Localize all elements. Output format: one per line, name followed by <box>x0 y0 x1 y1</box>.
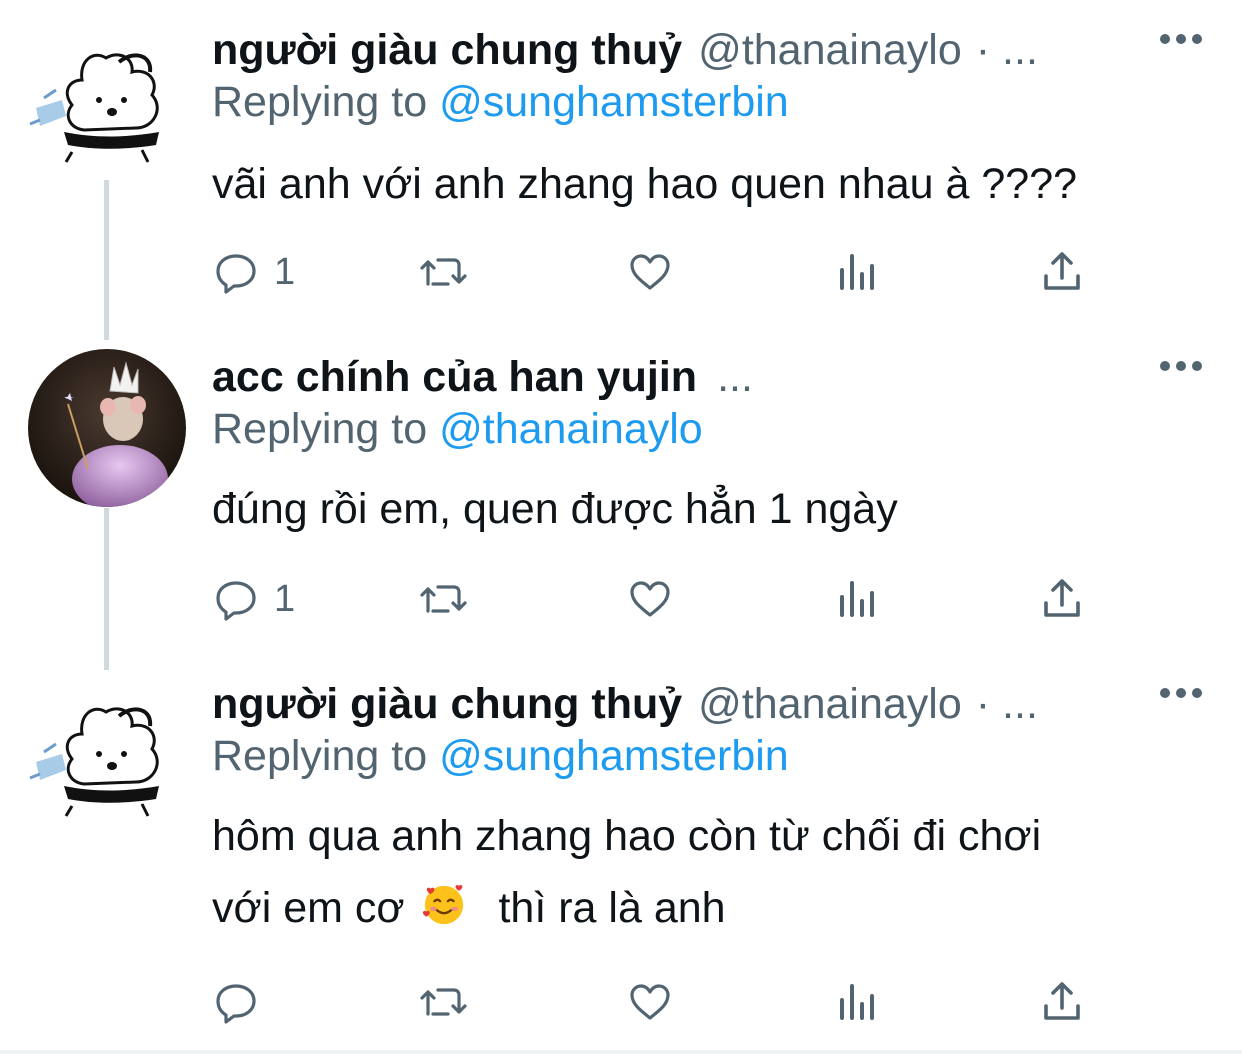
like-button[interactable] <box>626 571 674 627</box>
reply-icon <box>216 254 256 294</box>
retweet-icon <box>420 585 467 613</box>
action-bar <box>212 974 1112 1030</box>
cartoon-avatar-icon <box>24 20 184 180</box>
retweet-button[interactable] <box>416 571 472 627</box>
smiling-face-with-hearts-icon <box>422 885 463 925</box>
like-button[interactable] <box>626 974 674 1030</box>
more-icon[interactable] <box>1160 361 1202 371</box>
action-bar: 1 <box>212 571 1112 627</box>
reply-button[interactable] <box>212 974 274 1030</box>
tweet-text-line: với em cơ thì ra là anh <box>212 872 1041 944</box>
share-button[interactable] <box>1038 974 1086 1030</box>
views-button[interactable] <box>834 244 882 300</box>
replying-to: Replying to @sunghamsterbin <box>212 726 789 786</box>
views-icon <box>840 984 874 1020</box>
share-icon <box>1044 982 1080 1020</box>
user-handle[interactable]: @thanainaylo <box>698 674 962 734</box>
action-bar: 1 <box>212 244 1112 300</box>
retweet-icon <box>420 258 467 286</box>
mention-link[interactable]: @thanainaylo <box>439 405 703 453</box>
tweet-header: acc chính của han yujin ... <box>212 347 753 407</box>
share-icon <box>1044 579 1080 617</box>
mouse-fairy-photo-icon <box>28 349 186 507</box>
retweet-icon <box>420 988 467 1016</box>
replying-prefix: Replying to <box>212 732 428 780</box>
tweet[interactable]: acc chính của han yujin ... Replying to … <box>0 347 1242 657</box>
share-icon <box>1044 252 1080 290</box>
views-icon <box>840 254 874 290</box>
like-button[interactable] <box>626 244 674 300</box>
tweet-text-part: thì ra là anh <box>498 884 726 932</box>
reply-icon <box>216 984 256 1024</box>
reply-button[interactable]: 1 <box>212 244 295 300</box>
avatar[interactable] <box>24 674 184 834</box>
tweet-header: người giàu chung thuỷ @thanainaylo · ... <box>212 20 1038 80</box>
avatar[interactable] <box>24 20 184 180</box>
tweet-text-line: hôm qua anh zhang hao còn từ chối đi chơ… <box>212 812 1042 860</box>
tweet-text-part: với em cơ <box>212 884 405 932</box>
replying-prefix: Replying to <box>212 405 428 453</box>
reply-count: 1 <box>274 250 296 293</box>
reply-icon <box>216 581 256 621</box>
reply-count: 1 <box>274 577 296 620</box>
tweet[interactable]: người giàu chung thuỷ @thanainaylo · ...… <box>0 20 1242 330</box>
tweet-header: người giàu chung thuỷ @thanainaylo · ... <box>212 674 1038 734</box>
header-separator: · ... <box>975 26 1038 74</box>
tweet[interactable]: người giàu chung thuỷ @thanainaylo · ...… <box>0 674 1242 1044</box>
views-button[interactable] <box>834 974 882 1030</box>
like-icon <box>630 984 670 1020</box>
cartoon-avatar-icon <box>24 674 184 834</box>
divider <box>0 1050 1242 1054</box>
replying-prefix: Replying to <box>212 78 428 126</box>
views-button[interactable] <box>834 571 882 627</box>
tweet-text: vãi anh với anh zhang hao quen nhau à ??… <box>212 160 1078 208</box>
share-button[interactable] <box>1038 244 1086 300</box>
replying-to: Replying to @sunghamsterbin <box>212 72 789 132</box>
more-icon[interactable] <box>1160 34 1202 44</box>
tweet-text: hôm qua anh zhang hao còn từ chối đi chơ… <box>212 800 1041 944</box>
views-icon <box>840 581 874 617</box>
display-name[interactable]: người giàu chung thuỷ <box>212 674 682 734</box>
tweet-text: đúng rồi em, quen được hẳn 1 ngày <box>212 485 898 533</box>
like-icon <box>630 581 670 617</box>
more-icon[interactable] <box>1160 688 1202 698</box>
retweet-button[interactable] <box>416 974 472 1030</box>
retweet-button[interactable] <box>416 244 472 300</box>
avatar[interactable] <box>28 349 186 507</box>
header-separator: ... <box>717 353 753 401</box>
replying-to: Replying to @thanainaylo <box>212 399 703 459</box>
share-button[interactable] <box>1038 571 1086 627</box>
mention-link[interactable]: @sunghamsterbin <box>439 732 789 780</box>
like-icon <box>630 254 670 290</box>
display-name[interactable]: acc chính của han yujin <box>212 347 697 407</box>
display-name[interactable]: người giàu chung thuỷ <box>212 20 682 80</box>
reply-button[interactable]: 1 <box>212 571 295 627</box>
user-handle[interactable]: @thanainaylo <box>698 20 962 80</box>
header-separator: · ... <box>975 680 1038 728</box>
mention-link[interactable]: @sunghamsterbin <box>439 78 789 126</box>
